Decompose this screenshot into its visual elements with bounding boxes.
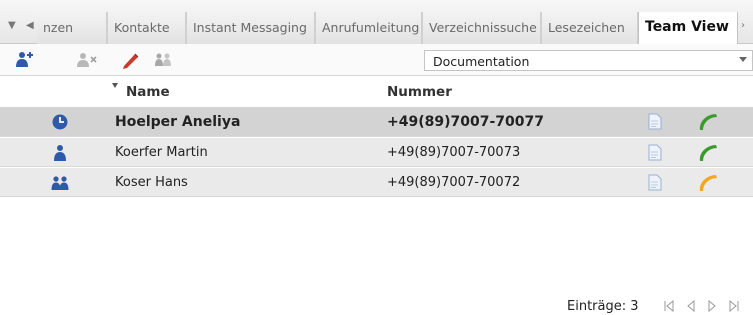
person-icon [54, 145, 66, 161]
column-header-name[interactable]: Name [126, 84, 170, 100]
tab-label: Instant Messaging [193, 20, 307, 35]
table-row[interactable]: Koerfer Martin +49(89)7007-70073 [0, 138, 753, 167]
document-icon[interactable] [648, 144, 662, 161]
remove-user-icon[interactable] [76, 50, 98, 70]
tab-scroll-left-icon[interactable]: ◀ [26, 20, 34, 31]
contact-number: +49(89)7007-70077 [387, 114, 544, 130]
tab-bar: ▼ ◀ nzen Kontakte Instant Messaging Anru… [0, 0, 753, 45]
next-page-icon[interactable] [705, 299, 719, 313]
entries-count: Einträge: 3 [567, 299, 639, 314]
tab-anrufumleitung[interactable]: Anrufumleitung [315, 12, 422, 44]
document-icon[interactable] [648, 113, 662, 130]
tab-lesezeichen[interactable]: Lesezeichen [541, 12, 638, 44]
tab-label: Kontakte [114, 20, 170, 35]
tab-label: Lesezeichen [548, 20, 625, 35]
tab-label: nzen [43, 20, 74, 35]
group-dropdown[interactable]: Documentation [424, 50, 753, 71]
tab-kontakte[interactable]: Kontakte [107, 12, 186, 44]
tab-label: Verzeichnissuche [429, 20, 537, 35]
tab-partial[interactable]: nzen [37, 12, 107, 44]
table-header: Name Nummer [0, 77, 753, 105]
first-page-icon[interactable] [662, 299, 676, 313]
edit-icon[interactable] [120, 50, 142, 70]
add-user-icon[interactable] [14, 50, 36, 70]
sort-descending-icon [112, 83, 118, 88]
contact-name: Koerfer Martin [115, 145, 208, 160]
dropdown-arrow-icon[interactable] [739, 57, 747, 62]
tab-instant-messaging[interactable]: Instant Messaging [186, 12, 315, 44]
group-icon[interactable] [153, 50, 175, 70]
table-row[interactable]: Koser Hans +49(89)7007-70072 [0, 168, 753, 197]
phone-icon[interactable] [696, 111, 720, 133]
document-icon[interactable] [648, 174, 662, 191]
contact-name: Koser Hans [115, 175, 188, 190]
group-icon [51, 176, 69, 190]
dropdown-value: Documentation [433, 54, 530, 69]
column-header-number[interactable]: Nummer [387, 84, 452, 100]
tab-verzeichnissuche[interactable]: Verzeichnissuche [422, 12, 541, 44]
clock-icon [52, 114, 68, 130]
contact-number: +49(89)7007-70073 [387, 145, 521, 160]
table-row[interactable]: Hoelper Aneliya +49(89)7007-70077 [0, 107, 753, 137]
phone-icon[interactable] [696, 172, 720, 194]
tab-label: Team View [645, 19, 729, 35]
phone-icon[interactable] [696, 142, 720, 164]
tab-team-view[interactable]: Team View [638, 12, 738, 45]
tab-menu-chevron-icon[interactable]: ▼ [8, 20, 16, 31]
previous-page-icon[interactable] [684, 299, 698, 313]
last-page-icon[interactable] [727, 299, 741, 313]
tab-label: Anrufumleitung [322, 20, 420, 35]
tab-scroll-right-icon[interactable]: › [741, 20, 745, 31]
contact-number: +49(89)7007-70072 [387, 175, 521, 190]
contact-name: Hoelper Aneliya [115, 114, 241, 130]
